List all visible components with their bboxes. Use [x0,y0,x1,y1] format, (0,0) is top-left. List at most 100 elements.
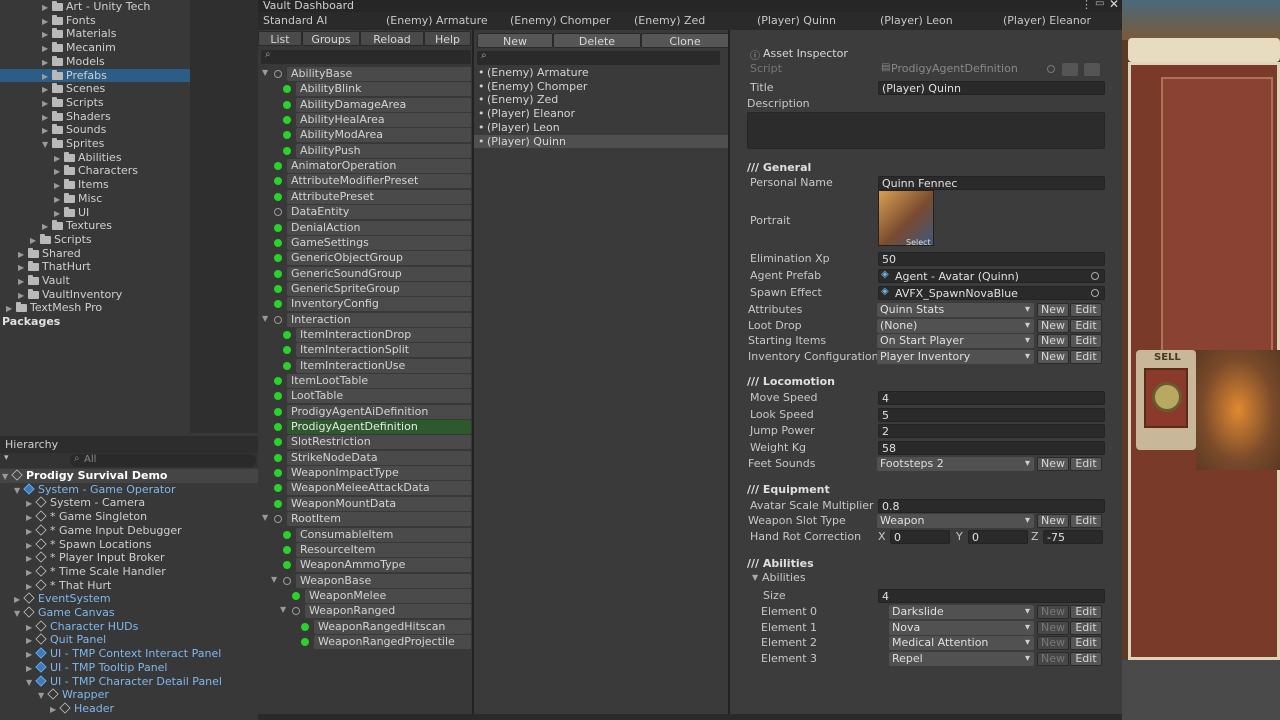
element-select[interactable]: Darkslide [889,605,1034,619]
object-picker-icon[interactable] [1047,65,1055,73]
project-item[interactable]: ▶ VaultInventory [0,288,190,302]
type-item[interactable]: ItemInteractionSplit [296,343,471,358]
hierarchy-item[interactable]: ▶ * That Hurt [0,579,258,593]
chevron-icon[interactable]: ▶ [26,566,36,580]
type-item[interactable]: GenericObjectGroup [287,251,471,266]
chevron-icon[interactable]: ▶ [50,703,60,717]
type-item[interactable]: AbilityModArea [296,128,471,143]
type-item[interactable]: ProdigyAgentAiDefinition [287,404,471,419]
hierarchy-search-input[interactable]: ⌕ All [70,453,256,467]
chevron-right-icon[interactable]: ▶ [54,193,64,207]
edit-button[interactable]: Edit [1070,457,1102,471]
chevron-icon[interactable]: ▶ [26,621,36,635]
type-item[interactable]: GenericSpriteGroup [287,281,471,296]
chevron-down-icon[interactable]: ▼ [42,138,52,152]
element-select[interactable]: Nova [889,620,1034,635]
new-button[interactable]: New [1037,457,1069,471]
type-item[interactable]: WeaponBase [296,573,471,588]
edit-button[interactable]: Edit [1070,605,1102,619]
chevron-icon[interactable]: ▶ [26,634,36,648]
project-item[interactable]: ▶ Fonts [0,14,190,28]
hierarchy-item[interactable]: ▶ Quit Panel [0,633,258,647]
type-item[interactable]: ItemInteractionDrop [296,327,471,342]
object-picker-icon[interactable] [1091,272,1099,280]
project-item[interactable]: ▶ ThatHurt [0,260,190,274]
project-item[interactable]: ▶ Materials [0,27,190,41]
edit-button[interactable]: Edit [1070,651,1102,666]
tab-enemy-zed[interactable]: (Enemy) Zed [634,12,705,30]
chevron-right-icon[interactable]: ▶ [30,234,40,248]
sell-slot[interactable]: SELL [1136,350,1196,450]
chevron-right-icon[interactable]: ▶ [42,70,52,84]
type-item[interactable]: AttributePreset [287,189,471,204]
portrait-select-button[interactable]: Select [906,238,931,247]
edit-button[interactable]: Edit [1070,636,1102,650]
spawn-effect-field[interactable]: AVFX_SpawnNovaBlue [878,286,1105,300]
chevron-right-icon[interactable]: ▶ [54,207,64,221]
project-item[interactable]: ▶ Textures [0,219,190,233]
project-item[interactable]: ▶ Characters [0,164,190,178]
project-item[interactable]: ▶ Scripts [0,233,190,247]
chevron-right-icon[interactable]: ▶ [6,302,16,316]
type-item[interactable]: AnimatorOperation [287,159,471,174]
hierarchy-item[interactable]: ▶ UI - TMP Tooltip Panel [0,661,258,675]
hierarchy-item[interactable]: ▶ * Player Input Broker [0,551,258,565]
hand-rot-x-input[interactable]: 0 [890,530,950,544]
edit-button[interactable]: Edit [1070,334,1102,348]
fold-icon[interactable]: ▼ [262,314,268,323]
clone-button[interactable]: Clone [641,33,729,48]
hierarchy-item[interactable]: ▶ System - Camera [0,496,258,510]
hierarchy-item[interactable]: ▶ * Spawn Locations [0,538,258,552]
type-item[interactable]: AbilityPush [296,143,471,158]
chevron-right-icon[interactable]: ▶ [42,42,52,56]
project-item[interactable]: ▶ Prefabs [0,68,190,84]
type-item[interactable]: WeaponRangedHitscan [314,619,471,634]
hierarchy-item[interactable]: ▶ * Time Scale Handler [0,565,258,579]
type-item[interactable]: ConsumableItem [296,527,471,542]
size-input[interactable]: 4 [878,589,1105,603]
asset-search-input[interactable]: ⌕ [477,50,720,65]
hand-rot-z-input[interactable]: -75 [1043,530,1103,544]
elimination-xp-input[interactable]: 50 [878,252,1105,266]
tab-standard-ai[interactable]: Standard AI [263,12,327,30]
hierarchy-item[interactable]: ▼ UI - TMP Character Detail Panel [0,675,258,689]
locomotion-input[interactable]: 4 [878,391,1105,405]
project-item[interactable]: ▶ Vault [0,274,190,288]
chevron-right-icon[interactable]: ▶ [42,83,52,97]
chevron-right-icon[interactable]: ▶ [42,28,52,42]
type-item[interactable]: ProdigyAgentDefinition [287,420,471,435]
type-item[interactable]: AbilityDamageArea [296,97,471,112]
type-item[interactable]: WeaponMountData [287,496,471,511]
personal-name-input[interactable]: Quinn Fennec [878,176,1105,190]
description-textarea[interactable] [747,112,1105,149]
chevron-icon[interactable]: ▼ [14,607,24,621]
project-item[interactable]: ▶ Sounds [0,123,190,137]
hand-rot-y-input[interactable]: 0 [968,530,1028,544]
new-button[interactable]: New [1037,303,1069,317]
asset-item[interactable]: • (Player) Eleanor [474,107,729,121]
chevron-right-icon[interactable]: ▶ [54,165,64,179]
type-item[interactable]: GenericSoundGroup [287,266,471,281]
type-item[interactable]: RootItem [287,512,471,527]
close-icon[interactable]: ✕ [1109,0,1119,11]
chevron-icon[interactable]: ▶ [14,593,24,607]
project-item[interactable]: ▶ Shared [0,247,190,261]
type-search-input[interactable]: ⌕ [261,49,471,64]
object-picker-icon[interactable] [1091,289,1099,297]
type-item[interactable]: WeaponRanged [305,604,471,619]
chevron-right-icon[interactable]: ▶ [54,152,64,166]
fold-icon[interactable]: ▼ [280,605,286,614]
feet-sounds-select[interactable]: Footsteps 2 [877,457,1034,471]
project-item[interactable]: ▶ Models [0,55,190,69]
fold-icon[interactable]: ▼ [262,68,268,77]
fold-icon[interactable]: ▼ [271,575,277,584]
project-item[interactable]: ▶ Misc [0,192,190,206]
weapon-slot-select[interactable]: Weapon [877,514,1034,528]
asset-item[interactable]: • (Player) Leon [474,121,729,135]
list-icon[interactable] [1062,63,1078,76]
project-item[interactable]: Packages [0,315,190,329]
dropdown-select[interactable]: Player Inventory [877,349,1034,364]
new-button[interactable]: New [1037,334,1069,348]
list-button[interactable]: List [258,31,302,46]
type-item[interactable]: AbilityBase [287,67,471,81]
